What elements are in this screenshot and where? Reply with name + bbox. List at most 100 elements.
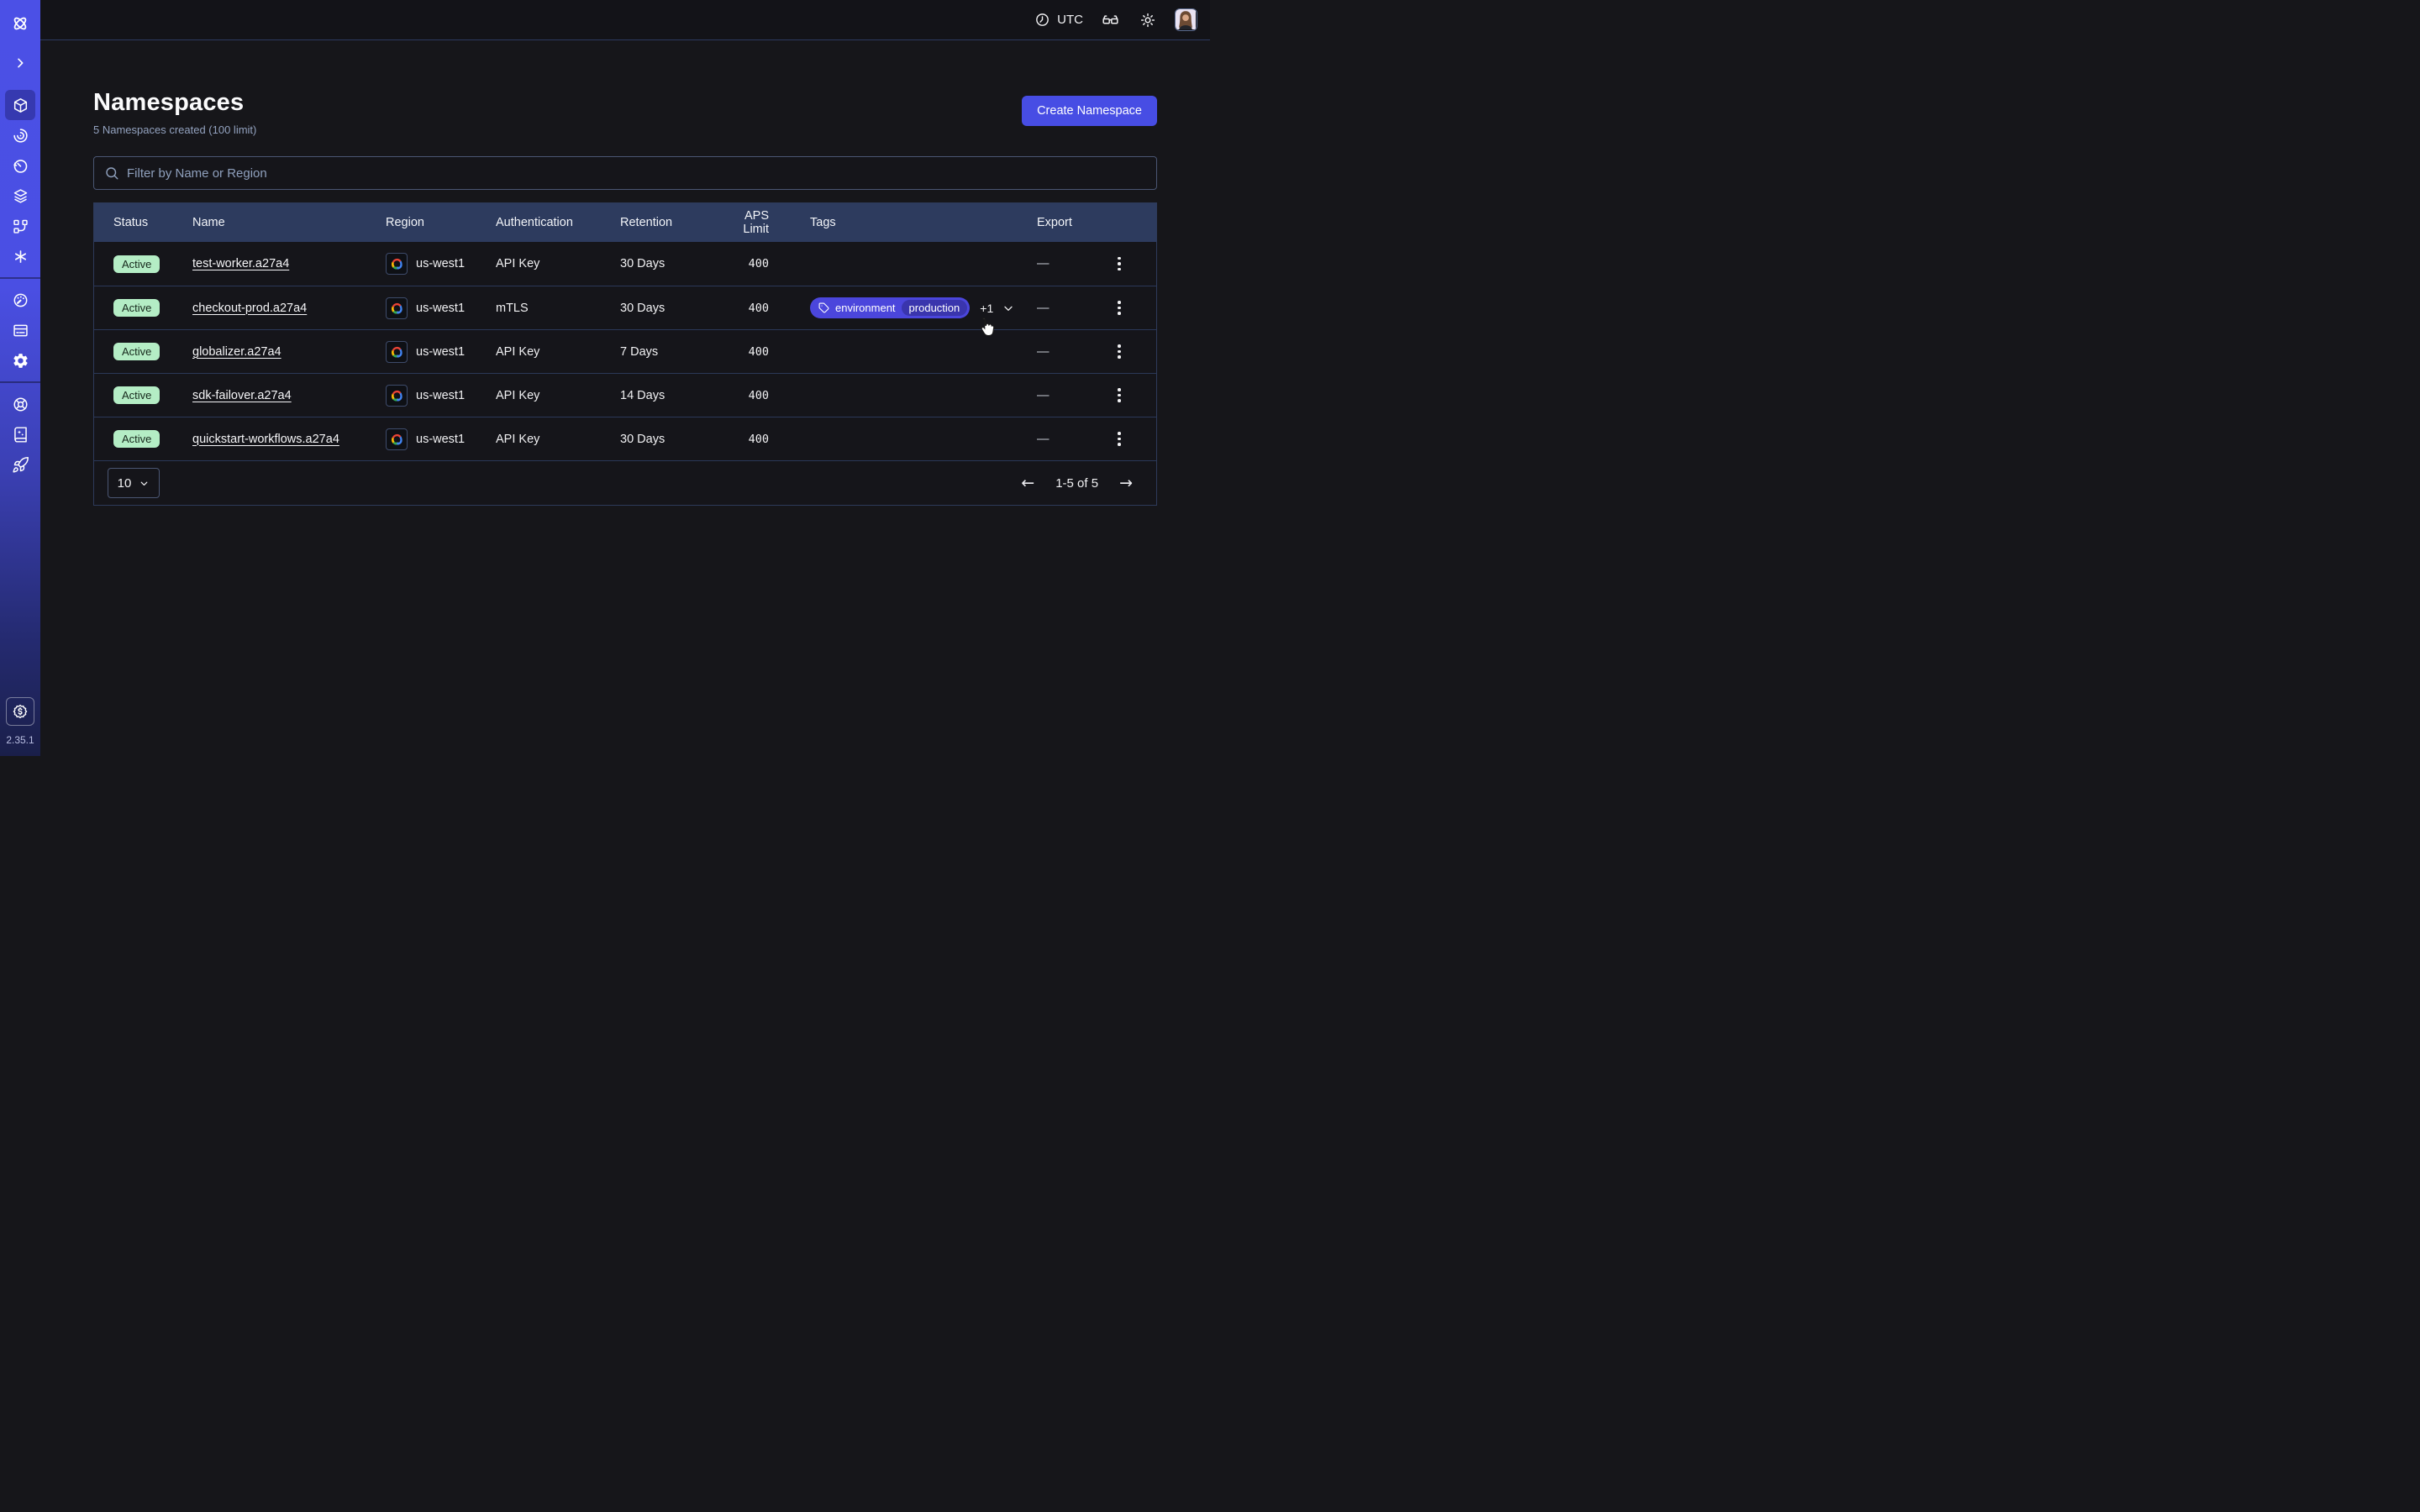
export-cell: — — [1033, 345, 1109, 359]
main-content: Namespaces 5 Namespaces created (100 lim… — [40, 40, 1210, 756]
auth-cell: API Key — [496, 345, 620, 359]
table-row: Active sdk-failover.a27a4 us-west1 API K… — [94, 373, 1156, 417]
page-size-select[interactable]: 10 — [108, 468, 160, 498]
row-menu-button[interactable] — [1109, 339, 1129, 365]
auth-cell: mTLS — [496, 302, 620, 315]
sidebar-item-namespaces[interactable] — [5, 90, 35, 120]
table-row: Active test-worker.a27a4 us-west1 API Ke… — [94, 242, 1156, 286]
col-status: Status — [113, 216, 192, 229]
col-authentication: Authentication — [496, 216, 620, 229]
sidebar-item-getting-started[interactable] — [5, 449, 35, 480]
sidebar-item-deployments[interactable] — [5, 211, 35, 241]
region-label: us-west1 — [416, 433, 465, 446]
status-badge: Active — [113, 430, 160, 448]
pagination-range: 1-5 of 5 — [1055, 476, 1098, 491]
timer-clock-icon — [12, 157, 29, 175]
sidebar-divider — [0, 381, 40, 383]
retention-cell: 14 Days — [620, 389, 717, 402]
row-menu-button[interactable] — [1109, 296, 1129, 321]
theme-toggle-button[interactable] — [1129, 7, 1166, 34]
aps-limit-cell: 400 — [717, 345, 769, 359]
sidebar-item-schedules[interactable] — [5, 150, 35, 181]
retention-cell: 30 Days — [620, 433, 717, 446]
sidebar-item-usage[interactable] — [5, 285, 35, 315]
row-menu-button[interactable] — [1109, 427, 1129, 452]
namespace-link[interactable]: globalizer.a27a4 — [192, 345, 281, 359]
export-cell: — — [1033, 302, 1109, 315]
filter-input[interactable] — [127, 166, 1146, 181]
sidebar-item-workflows[interactable] — [5, 120, 35, 150]
table-header: Status Name Region Authentication Retent… — [94, 203, 1156, 242]
dollar-badge-icon — [12, 703, 29, 720]
auth-cell: API Key — [496, 389, 620, 402]
workflow-branch-icon — [12, 218, 29, 235]
export-cell: — — [1033, 389, 1109, 402]
sidebar-item-billing[interactable] — [5, 315, 35, 345]
aps-limit-cell: 400 — [717, 389, 769, 402]
timezone-label: UTC — [1057, 13, 1083, 27]
billing-usage-button[interactable] — [6, 697, 34, 726]
col-name: Name — [192, 216, 386, 229]
glasses-icon — [1102, 11, 1119, 29]
region-label: us-west1 — [416, 345, 465, 359]
row-menu-button[interactable] — [1109, 251, 1129, 276]
previous-page-button[interactable]: ← — [1021, 475, 1034, 491]
col-region: Region — [386, 216, 496, 229]
timezone-selector[interactable]: UTC — [1026, 7, 1092, 33]
namespace-link[interactable]: quickstart-workflows.a27a4 — [192, 433, 339, 446]
sidebar-expand-chevron-icon[interactable] — [5, 48, 35, 78]
app-version: 2.35.1 — [6, 734, 34, 746]
sidebar-item-support[interactable] — [5, 389, 35, 419]
page-title: Namespaces — [93, 89, 256, 117]
retention-cell: 30 Days — [620, 302, 717, 315]
tag-value: production — [902, 300, 968, 316]
table-footer: 10 ← 1-5 of 5 → — [94, 460, 1156, 505]
sidebar-item-nexus[interactable] — [5, 241, 35, 271]
layers-icon — [12, 187, 29, 205]
next-page-button[interactable]: → — [1119, 475, 1133, 491]
retention-cell: 30 Days — [620, 257, 717, 270]
col-aps-limit: APS Limit — [717, 209, 769, 236]
namespace-link[interactable]: checkout-prod.a27a4 — [192, 302, 307, 315]
auth-cell: API Key — [496, 257, 620, 270]
sun-icon — [1139, 12, 1156, 29]
col-retention: Retention — [620, 216, 717, 229]
table-row: Active globalizer.a27a4 us-west1 API Key… — [94, 329, 1156, 373]
status-badge: Active — [113, 343, 160, 360]
chevron-down-icon — [139, 478, 150, 489]
tags-expand-button[interactable] — [1000, 300, 1017, 317]
chevron-down-icon — [1002, 302, 1015, 315]
export-cell: — — [1033, 257, 1109, 270]
gcp-region-icon — [386, 253, 408, 275]
create-namespace-button[interactable]: Create Namespace — [1022, 96, 1157, 126]
tag-pill[interactable]: environment production — [810, 297, 970, 318]
sidebar-divider — [0, 277, 40, 279]
tags-cell: environment production +1 — [769, 297, 1033, 318]
sidebar-item-docs[interactable] — [5, 419, 35, 449]
tag-icon — [818, 302, 829, 313]
sidebar-item-settings[interactable] — [5, 345, 35, 375]
gauge-icon — [12, 291, 29, 309]
gcp-region-icon — [386, 385, 408, 407]
status-badge: Active — [113, 299, 160, 317]
col-tags: Tags — [769, 216, 1033, 229]
auth-cell: API Key — [496, 433, 620, 446]
temporal-logo-icon[interactable] — [5, 8, 35, 39]
status-badge: Active — [113, 255, 160, 273]
sidebar-item-batch-operations[interactable] — [5, 181, 35, 211]
aps-limit-cell: 400 — [717, 257, 769, 270]
user-avatar[interactable] — [1175, 8, 1197, 31]
gcp-region-icon — [386, 428, 408, 450]
gear-icon — [12, 352, 29, 370]
row-menu-button[interactable] — [1109, 383, 1129, 408]
reader-glasses-button[interactable] — [1092, 6, 1129, 34]
namespace-link[interactable]: sdk-failover.a27a4 — [192, 389, 292, 402]
namespace-link[interactable]: test-worker.a27a4 — [192, 257, 289, 270]
sidebar: 2.35.1 — [0, 0, 40, 756]
aps-limit-cell: 400 — [717, 433, 769, 446]
table-row: Active quickstart-workflows.a27a4 us-wes… — [94, 417, 1156, 460]
col-export: Export — [1033, 216, 1109, 229]
life-buoy-icon — [12, 396, 29, 413]
retention-cell: 7 Days — [620, 345, 717, 359]
avatar-image — [1176, 9, 1196, 29]
